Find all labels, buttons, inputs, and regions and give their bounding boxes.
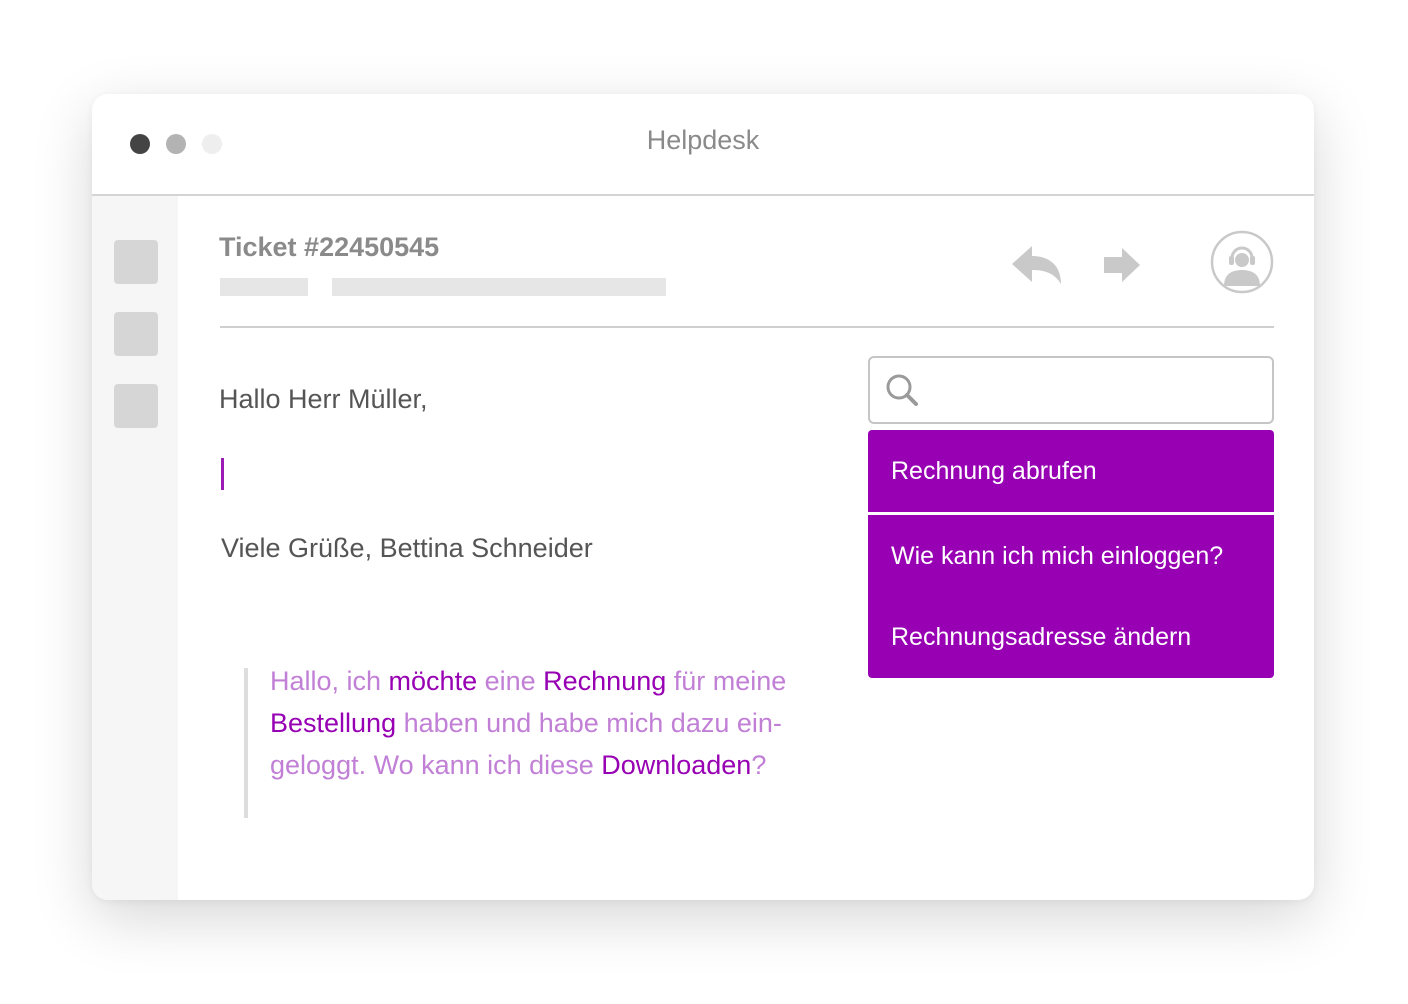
quote-line-3: geloggt. Wo kann ich diese Downloaden? — [270, 750, 766, 781]
sidebar-button-1[interactable] — [114, 240, 158, 284]
quote-text: ? — [751, 750, 767, 780]
quote-text: Hallo, ich — [270, 666, 389, 696]
quote-text: haben und habe mich dazu ein- — [396, 708, 782, 738]
reply-greeting[interactable]: Hallo Herr Müller, — [219, 384, 428, 415]
highlighted-keyword: möchte — [388, 666, 478, 696]
search-input[interactable] — [930, 366, 1264, 416]
search-box[interactable] — [868, 356, 1274, 424]
text-cursor — [221, 458, 224, 490]
reply-signature[interactable]: Viele Grüße, Bettina Schneider — [221, 533, 593, 564]
suggestion-item[interactable]: Wie kann ich mich einloggen? — [868, 515, 1274, 597]
quote-text: geloggt. Wo kann ich diese — [270, 750, 602, 780]
title-bar: Helpdesk — [92, 94, 1314, 196]
sidebar-button-3[interactable] — [114, 384, 158, 428]
quote-text: für meine — [666, 666, 787, 696]
quote-line-2: Bestellung haben und habe mich dazu ein- — [270, 708, 782, 739]
subject-placeholder-long — [332, 278, 666, 296]
subject-placeholder-short — [220, 278, 308, 296]
magnifier-icon — [886, 374, 918, 406]
quote-line-1: Hallo, ich möchte eine Rechnung für mein… — [270, 666, 786, 697]
sidebar — [92, 196, 178, 900]
sidebar-button-2[interactable] — [114, 312, 158, 356]
helpdesk-window: Helpdesk Ticket #22450545 Hallo Herr Mül… — [92, 94, 1314, 900]
app-title: Helpdesk — [646, 125, 760, 155]
ticket-title: Ticket #22450545 — [219, 232, 440, 262]
highlighted-keyword: Rechnung — [543, 666, 667, 696]
headset-agent-icon[interactable] — [1210, 230, 1274, 294]
highlighted-keyword: Downloaden — [601, 750, 752, 780]
suggestion-item[interactable]: Rechnungsadresse ändern — [868, 596, 1274, 678]
forward-arrow-icon[interactable] — [1102, 246, 1142, 284]
reply-arrow-icon[interactable] — [1010, 242, 1064, 288]
highlighted-keyword: Bestellung — [270, 708, 397, 738]
quote-text: eine — [477, 666, 544, 696]
header-divider — [220, 326, 1274, 328]
suggestion-item[interactable]: Rechnung abrufen — [868, 430, 1274, 512]
